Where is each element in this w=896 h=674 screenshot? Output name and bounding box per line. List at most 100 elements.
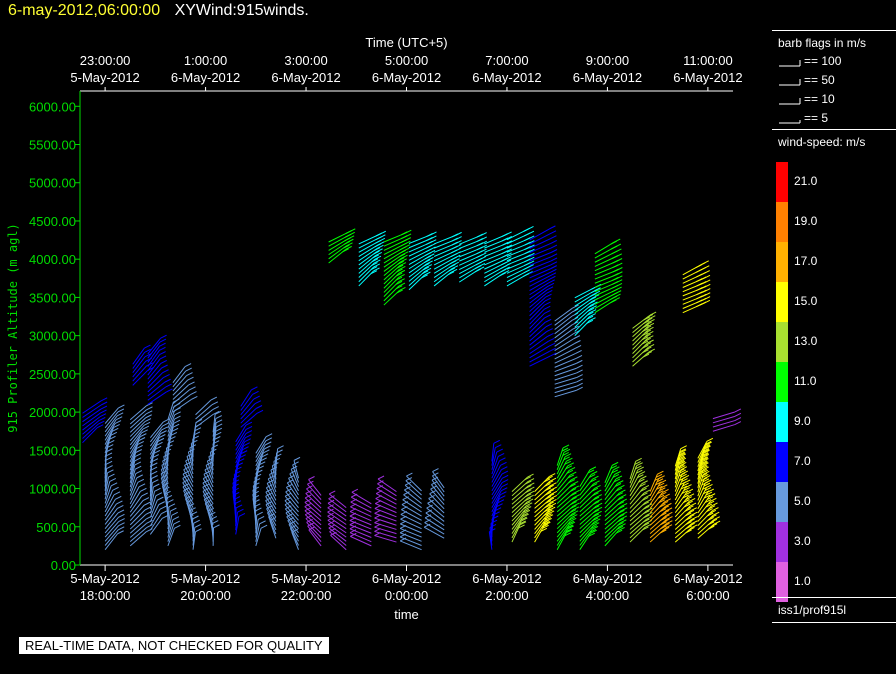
barb-flag [99,416,106,421]
barb-flag [406,472,413,477]
barb-column [82,397,108,444]
barb-flag [501,474,509,479]
barb-flag [375,236,382,241]
barb-flag [548,279,555,284]
barb-flag [375,232,383,237]
barb-column [232,421,253,535]
barb-flag [550,249,558,253]
barb-flag [576,382,583,387]
barb-flag [696,295,703,300]
barb-flag [611,461,619,466]
wind-barb [104,529,119,546]
barb-flag [615,475,623,480]
top-tick-time: 11:00:00 [683,53,733,68]
barb-symbol-icon [779,59,801,67]
y-tick-label: 2500.00 [29,367,76,382]
barb-flag [450,253,458,257]
top-tick-date: 6-May-2012 [673,70,742,85]
barb-legend-row: == 50 [778,73,835,87]
wind-barb [374,512,397,522]
colorbar-segment [776,482,788,522]
wind-barb [554,348,576,360]
wind-barb [554,367,577,377]
barb-flag [550,265,557,270]
barb-column [265,445,284,539]
barb-symbol-icon [779,119,801,124]
barb-column [594,238,623,314]
barb-flag [500,265,508,270]
barb-flag [427,256,434,261]
barb-flag [256,511,263,516]
colorbar-segment [776,522,788,562]
barb-flag [550,235,557,240]
x-axis-label: time [394,607,419,622]
barb-column [202,410,223,546]
barb-flag [576,359,583,364]
x-tick-time: 6:00:00 [686,588,729,603]
barb-flag [168,503,176,508]
barb-flag [146,524,153,529]
barb-flag [215,423,223,428]
barb-flag [163,373,170,378]
barb-flag [243,442,250,447]
barb-column [632,311,657,367]
wind-barb [554,352,576,364]
y-tick-label: 5000.00 [29,176,76,191]
barb-flag [192,515,199,520]
top-tick-time: 3:00:00 [284,53,327,68]
barb-flag [546,290,553,294]
barb-flag [143,501,151,506]
y-tick-label: 6000.00 [29,99,76,114]
barb-flag [308,476,315,480]
barb-flag [161,426,168,431]
barb-flag [695,268,703,273]
y-tick-label: 4000.00 [29,252,76,267]
colorbar-label: 11.0 [794,374,817,388]
barb-flag [345,230,352,235]
y-tick-label: 4500.00 [29,214,76,229]
x-tick-time: 18:00:00 [80,588,131,603]
wind-barb [399,540,422,551]
colorbar-segment [776,322,788,362]
barb-flag [118,513,125,518]
barb-flag [649,311,657,316]
barb-flag [524,262,531,267]
barb-flag [424,255,432,260]
barb-flag [550,253,558,258]
quality-notice: REAL-TIME DATA, NOT CHECKED FOR QUALITY [19,637,329,654]
barb-flag [190,391,197,396]
barb-flag [195,528,202,533]
barb-flag [212,520,219,525]
x-tick-date: 6-May-2012 [673,571,742,586]
barb-flag [100,405,108,410]
barb-flag [611,255,619,259]
barb-flag [155,492,163,497]
barb-flag [734,421,742,426]
barb-flag [172,423,180,428]
barb-flag [100,409,107,414]
barb-symbol-icon [779,97,801,105]
barb-flag [545,323,553,328]
barb-flag [662,488,669,493]
wind-barb [375,493,397,505]
wind-barb [374,508,397,518]
barb-flag [237,508,244,513]
barb-column [682,260,711,314]
legend-panel: barb flags in m/s == 100 == 50 == 10 == 5 w… [772,30,896,630]
barb-column [484,231,513,287]
barb-flag [135,470,143,474]
barb-column [511,473,535,543]
barb-flag [109,477,116,482]
barb-flag [493,439,500,444]
barb-column [579,466,603,550]
barb-flag [546,328,553,333]
wind-barb [104,407,119,424]
barb-flag [158,501,165,506]
y-tick-label: 3000.00 [29,329,76,344]
barb-flag [476,254,483,258]
wind-barb [529,355,551,367]
barb-flag [212,406,219,411]
barb-flag [425,248,433,253]
barb-flag [159,505,167,510]
barb-flag [142,497,150,502]
